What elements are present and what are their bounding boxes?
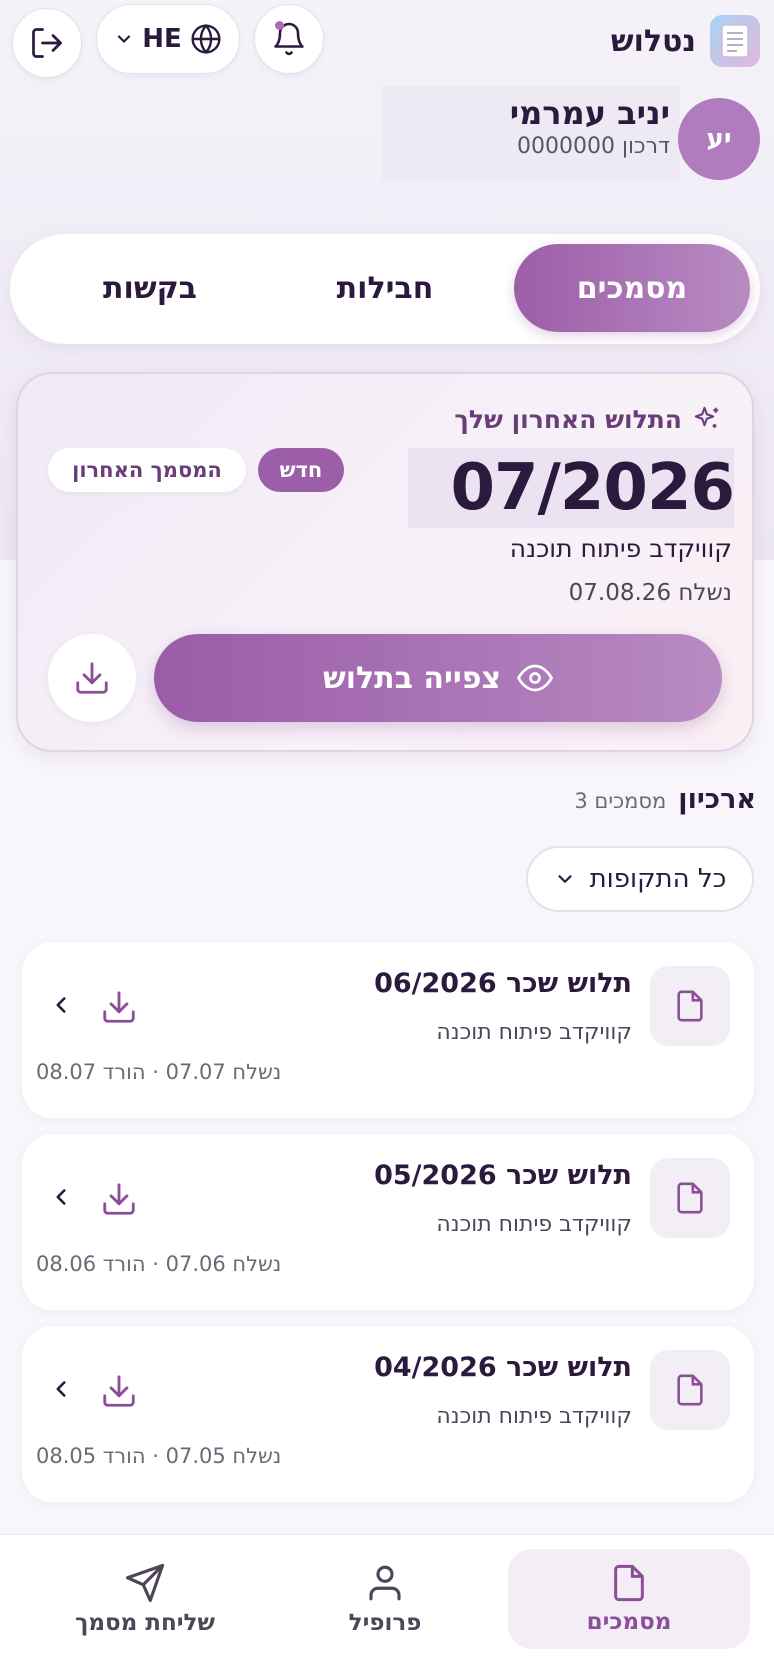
archive-count: 3 מסמכים (574, 789, 667, 813)
tab-bar: מסמכים חבילות בקשות (10, 234, 760, 344)
notification-dot (275, 21, 284, 30)
period-filter-dropdown[interactable]: כל התקופות (526, 846, 754, 912)
document-title: תלוש שכר 04/2026 (374, 1352, 632, 1383)
latest-payslip-card: התלוש האחרון שלך 07/2026 קוויקדב פיתוח ת… (16, 372, 754, 752)
nav-send-label: שליחת מסמך (75, 1610, 215, 1636)
last-document-badge: המסמך האחרון (48, 448, 246, 492)
latest-title: התלוש האחרון שלך (454, 404, 722, 434)
language-selector[interactable]: HE (96, 4, 240, 74)
brand-name: נטלוש (610, 23, 696, 59)
download-button[interactable] (92, 1172, 146, 1226)
user-icon (369, 1565, 401, 1601)
tab-requests[interactable]: בקשות (32, 244, 268, 332)
archive-title: ארכיון (678, 784, 756, 815)
chevron-down-icon (118, 35, 131, 43)
nav-send-document[interactable]: שליחת מסמך (50, 1549, 240, 1649)
bottom-navigation: מסמכים פרופיל שליחת מסמך (0, 1534, 774, 1678)
nav-profile[interactable]: פרופיל (290, 1549, 480, 1649)
latest-period-box: 07/2026 (408, 448, 735, 528)
brand: נטלוש (611, 14, 760, 68)
download-icon (103, 1183, 135, 1215)
chevron-left-icon[interactable] (44, 1372, 78, 1406)
logout-button[interactable] (12, 8, 82, 78)
download-icon (103, 991, 135, 1023)
language-label: HE (142, 24, 182, 54)
document-title: תלוש שכר 05/2026 (374, 1160, 632, 1191)
view-payslip-label: צפייה בתלוש (322, 660, 502, 696)
tab-packages[interactable]: חבילות (267, 244, 503, 332)
document-company: קוויקדב פיתוח תוכנה (436, 1404, 632, 1429)
document-icon (650, 1350, 730, 1430)
latest-period: 07/2026 (450, 451, 735, 525)
user-passport: דרכון 0000000 (516, 134, 670, 159)
chevron-down-icon (557, 875, 572, 883)
download-button[interactable] (92, 980, 146, 1034)
nav-documents-label: מסמכים (586, 1609, 672, 1635)
user-name: יניב עמרמי (509, 94, 670, 132)
document-company: קוויקדב פיתוח תוכנה (436, 1212, 632, 1237)
send-icon (125, 1563, 165, 1603)
sparkle-icon (694, 406, 719, 428)
chevron-left-icon[interactable] (44, 1180, 78, 1214)
latest-sent-date: נשלח 07.08.26 (568, 580, 732, 606)
nav-documents[interactable]: מסמכים (508, 1549, 750, 1649)
avatar[interactable]: יע (678, 98, 760, 180)
user-info: יניב עמרמי דרכון 0000000 (382, 86, 680, 182)
latest-title-label: התלוש האחרון שלך (454, 404, 682, 434)
notifications-button[interactable] (254, 4, 324, 74)
view-payslip-button[interactable]: צפייה בתלוש (154, 634, 722, 722)
list-item[interactable]: תלוש שכר 04/2026 קוויקדב פיתוח תוכנה נשל… (22, 1326, 754, 1502)
logout-icon (32, 28, 62, 58)
eye-icon (517, 664, 554, 692)
latest-company: קוויקדב פיתוח תוכנה (509, 534, 732, 563)
list-item[interactable]: תלוש שכר 05/2026 קוויקדב פיתוח תוכנה נשל… (22, 1134, 754, 1310)
document-meta: נשלח 07.05 · הורד 08.05 (36, 1444, 282, 1468)
download-latest-button[interactable] (48, 634, 136, 722)
nav-profile-label: פרופיל (348, 1610, 422, 1636)
document-icon (614, 1564, 644, 1602)
tab-documents[interactable]: מסמכים (514, 244, 750, 332)
document-company: קוויקדב פיתוח תוכנה (436, 1020, 632, 1045)
globe-icon (191, 23, 221, 55)
document-meta: נשלח 07.06 · הורד 08.06 (36, 1252, 282, 1276)
period-filter-label: כל התקופות (589, 864, 727, 894)
document-meta: נשלח 07.07 · הורד 08.07 (36, 1060, 282, 1084)
document-icon (650, 1158, 730, 1238)
archive-header: ארכיון 3 מסמכים (574, 784, 756, 815)
document-logo-icon (710, 15, 760, 67)
download-icon (76, 662, 108, 694)
download-button[interactable] (92, 1364, 146, 1418)
chevron-left-icon[interactable] (44, 988, 78, 1022)
document-title: תלוש שכר 06/2026 (374, 968, 632, 999)
new-badge: חדש (258, 448, 344, 492)
document-icon (650, 966, 730, 1046)
download-icon (103, 1375, 135, 1407)
list-item[interactable]: תלוש שכר 06/2026 קוויקדב פיתוח תוכנה נשל… (22, 942, 754, 1118)
